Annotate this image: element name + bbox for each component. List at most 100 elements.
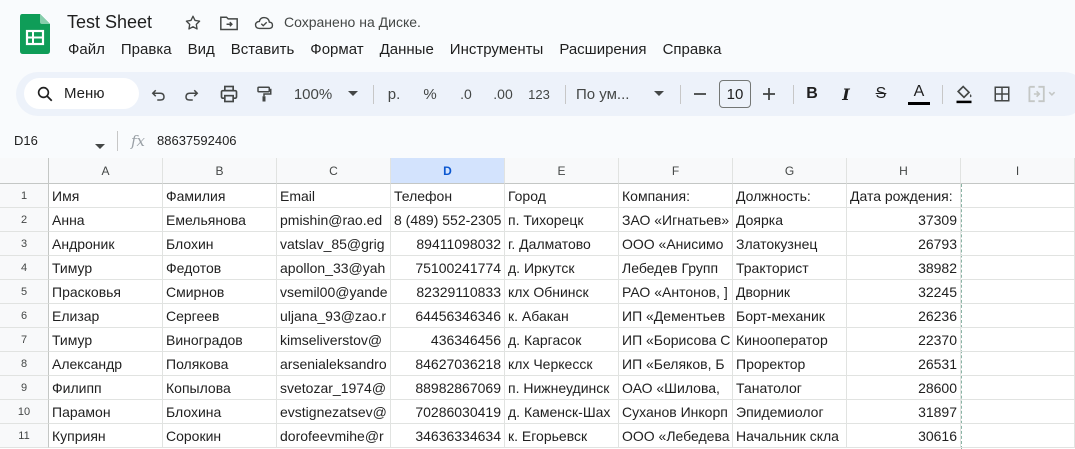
row-header[interactable]: 10 [0,400,49,424]
cell-i1[interactable] [961,184,1075,208]
cell-f7[interactable]: ИП «Борисова С [619,328,733,352]
cell-g10[interactable]: Эпидемиолог [733,400,847,424]
column-header-d[interactable]: D [391,158,505,184]
cell-i9[interactable] [961,376,1075,400]
zoom-select[interactable]: 100% [290,80,336,108]
cell-g3[interactable]: Златокузнец [733,232,847,256]
cell-h7[interactable]: 22370 [847,328,961,352]
column-header-b[interactable]: B [163,158,277,184]
select-all-corner[interactable] [0,158,49,184]
row-header[interactable]: 3 [0,232,49,256]
cell-c6[interactable]: uljana_93@zao.r [277,304,391,328]
cell-a1[interactable]: Имя [49,184,163,208]
cell-e5[interactable]: клх Обнинск [505,280,619,304]
cell-b6[interactable]: Сергеев [163,304,277,328]
move-folder-icon[interactable] [219,13,239,33]
row-header[interactable]: 5 [0,280,49,304]
font-size-input[interactable]: 10 [719,80,751,108]
spreadsheet-grid[interactable]: A B C D E F G H I 1 Имя Фамилия Email Телефон Город Ком… [0,158,1075,449]
menu-tools[interactable]: Инструменты [442,40,552,60]
redo-icon[interactable] [180,80,204,108]
cell-e2[interactable]: п. Тихорецк [505,208,619,232]
cell-g9[interactable]: Танатолог [733,376,847,400]
search-menus-button[interactable]: Меню [24,78,139,109]
cell-h10[interactable]: 31897 [847,400,961,424]
cell-h5[interactable]: 32245 [847,280,961,304]
cell-i11[interactable] [961,424,1075,448]
cell-f3[interactable]: ООО «Анисимо [619,232,733,256]
cell-d6[interactable]: 64456346346 [391,304,505,328]
row-header[interactable]: 6 [0,304,49,328]
cell-g5[interactable]: Дворник [733,280,847,304]
cell-e7[interactable]: д. Каргасок [505,328,619,352]
currency-format-button[interactable]: р. [384,80,404,108]
cell-c2[interactable]: pmishin@rao.ed [277,208,391,232]
cell-i6[interactable] [961,304,1075,328]
cell-b5[interactable]: Смирнов [163,280,277,304]
row-header[interactable]: 2 [0,208,49,232]
cell-a8[interactable]: Александр [49,352,163,376]
decrease-font-size-icon[interactable] [690,80,710,108]
cell-e4[interactable]: д. Иркутск [505,256,619,280]
cell-d3[interactable]: 89411098032 [391,232,505,256]
cell-a5[interactable]: Прасковья [49,280,163,304]
cell-e6[interactable]: к. Абакан [505,304,619,328]
row-header[interactable]: 7 [0,328,49,352]
cell-h8[interactable]: 26531 [847,352,961,376]
cell-f10[interactable]: Суханов Инкорп [619,400,733,424]
cell-c4[interactable]: apollon_33@yah [277,256,391,280]
cell-d2[interactable]: 8 (489) 552-2305 [391,208,505,232]
cell-d1[interactable]: Телефон [391,184,505,208]
cell-h3[interactable]: 26793 [847,232,961,256]
cell-a11[interactable]: Куприян [49,424,163,448]
cell-i7[interactable] [961,328,1075,352]
font-chevron-down-icon[interactable] [652,80,666,108]
cell-d11[interactable]: 34636334634 [391,424,505,448]
text-color-button[interactable]: A [906,80,932,108]
cell-h1[interactable]: Дата рождения: [847,184,961,208]
cell-g1[interactable]: Должность: [733,184,847,208]
menu-insert[interactable]: Вставить [223,40,303,60]
cell-d4[interactable]: 75100241774 [391,256,505,280]
decrease-decimal-button[interactable]: .0 [454,80,478,108]
cell-a3[interactable]: Андроник [49,232,163,256]
cell-d9[interactable]: 88982867069 [391,376,505,400]
cell-c5[interactable]: vsemil00@yande [277,280,391,304]
cell-d5[interactable]: 82329110833 [391,280,505,304]
cell-a10[interactable]: Парамон [49,400,163,424]
cell-f8[interactable]: ИП «Беляков, Б [619,352,733,376]
cell-c10[interactable]: evstignezatsev@ [277,400,391,424]
cell-b10[interactable]: Блохина [163,400,277,424]
menu-edit[interactable]: Правка [113,40,180,60]
italic-button[interactable]: I [836,80,856,108]
cell-i5[interactable] [961,280,1075,304]
column-header-i[interactable]: I [961,158,1075,184]
cell-a2[interactable]: Анна [49,208,163,232]
name-box[interactable]: D16 [14,133,38,148]
cell-g7[interactable]: Кинооператор [733,328,847,352]
cell-e3[interactable]: г. Далматово [505,232,619,256]
cell-f6[interactable]: ИП «Дементьев [619,304,733,328]
cell-f1[interactable]: Компания: [619,184,733,208]
percent-format-button[interactable]: % [420,80,440,108]
zoom-chevron-down-icon[interactable] [346,80,360,108]
cell-e11[interactable]: к. Егорьевск [505,424,619,448]
cell-b1[interactable]: Фамилия [163,184,277,208]
menu-extensions[interactable]: Расширения [551,40,654,60]
cell-c8[interactable]: arsenialeksandro [277,352,391,376]
cell-d7[interactable]: 436346456 [391,328,505,352]
cell-e1[interactable]: Город [505,184,619,208]
cell-g8[interactable]: Проректор [733,352,847,376]
borders-icon[interactable] [990,80,1014,108]
increase-font-size-icon[interactable] [759,80,779,108]
cell-b8[interactable]: Полякова [163,352,277,376]
cell-f5[interactable]: РАО «Антонов, ] [619,280,733,304]
cell-e9[interactable]: п. Нижнеудинск [505,376,619,400]
menu-format[interactable]: Формат [302,40,371,60]
paint-format-icon[interactable] [252,80,276,108]
cell-b4[interactable]: Федотов [163,256,277,280]
cell-g2[interactable]: Доярка [733,208,847,232]
cell-b2[interactable]: Емельянова [163,208,277,232]
cell-f4[interactable]: Лебедев Групп [619,256,733,280]
cell-a4[interactable]: Тимур [49,256,163,280]
